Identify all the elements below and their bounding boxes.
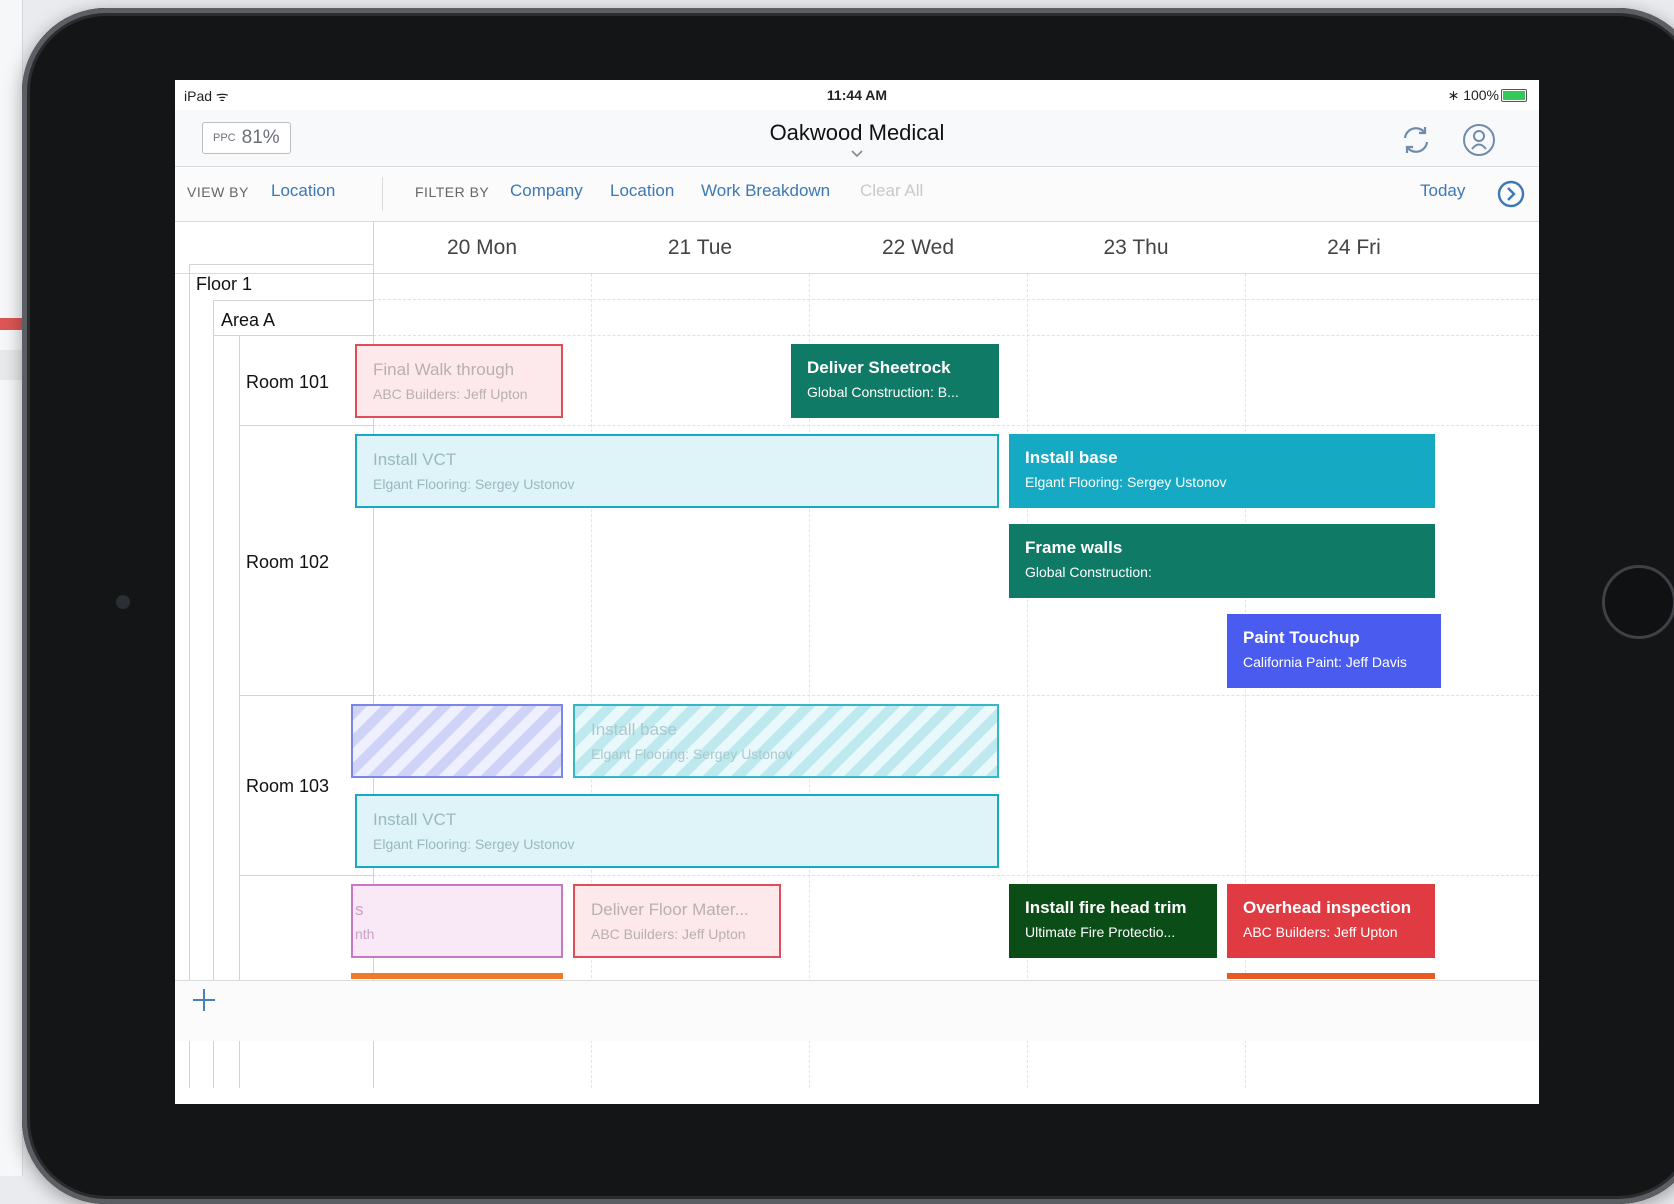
tree-row-line — [213, 335, 373, 336]
task-card[interactable]: Paint Touchup California Paint: Jeff Dav… — [1227, 614, 1441, 688]
grid-row-line — [373, 875, 1539, 876]
task-subtitle: ABC Builders: Jeff Upton — [373, 386, 528, 402]
today-button[interactable]: Today — [1420, 181, 1465, 201]
task-card[interactable]: Deliver Sheetrock Global Construction: B… — [791, 344, 999, 418]
battery-icon — [1501, 89, 1527, 102]
app-screen: iPad ᯤ 11:44 AM ∗ 100% PPC 81% Oakwood M… — [175, 80, 1539, 1104]
status-time: 11:44 AM — [826, 87, 888, 103]
task-card[interactable]: Deliver Floor Mater... ABC Builders: Jef… — [573, 884, 781, 958]
tree-row-line — [239, 695, 373, 696]
task-subtitle: Elgant Flooring: Sergey Ustonov — [373, 476, 575, 492]
task-card[interactable]: Frame walls Global Construction: — [1009, 524, 1435, 598]
day-header: 23 Thu — [1103, 236, 1169, 259]
task-card[interactable]: Install fire head trim Ultimate Fire Pro… — [1009, 884, 1217, 958]
chevron-down-icon[interactable] — [847, 148, 867, 160]
task-title: Install base — [591, 720, 677, 739]
status-bar: iPad ᯤ 11:44 AM ∗ 100% — [175, 80, 1539, 110]
battery-percent: 100% — [1463, 87, 1499, 103]
task-card-partial[interactable] — [351, 973, 563, 979]
task-title: Deliver Sheetrock — [807, 358, 951, 377]
user-icon[interactable] — [1461, 122, 1497, 158]
task-card[interactable]: s nth — [351, 884, 563, 958]
task-card[interactable]: Overhead inspection ABC Builders: Jeff U… — [1227, 884, 1435, 958]
task-title: Paint Touchup — [1243, 628, 1360, 647]
tree-line — [189, 264, 190, 1088]
grid-row-line — [373, 425, 1539, 426]
bluetooth-icon: ∗ — [1447, 87, 1464, 103]
background-accent — [0, 318, 22, 330]
view-by-location[interactable]: Location — [271, 181, 335, 201]
task-subtitle: Elgant Flooring: Sergey Ustonov — [1025, 474, 1227, 490]
task-title: Final Walk through — [373, 360, 515, 379]
plus-icon[interactable] — [189, 985, 219, 1015]
filter-company[interactable]: Company — [510, 181, 583, 201]
task-subtitle: ABC Builders: Jeff Upton — [1243, 924, 1398, 940]
task-title: s — [355, 900, 364, 919]
task-card[interactable]: Install base Elgant Flooring: Sergey Ust… — [573, 704, 999, 778]
task-card[interactable]: Final Walk through ABC Builders: Jeff Up… — [355, 344, 563, 418]
tree-line — [213, 300, 214, 1088]
header-divider — [175, 273, 1539, 274]
filter-bar: VIEW BY Location FILTER BY Company Locat… — [175, 167, 1539, 222]
tree-row-line — [189, 264, 373, 265]
filter-by-label: FILTER BY — [415, 184, 490, 200]
location-room-101[interactable]: Room 101 — [246, 372, 329, 393]
task-subtitle: California Paint: Jeff Davis — [1243, 654, 1407, 670]
clear-all-button[interactable]: Clear All — [860, 181, 923, 201]
day-header: 21 Tue — [667, 236, 733, 259]
tree-line — [239, 336, 240, 1088]
task-subtitle: Ultimate Fire Protectio... — [1025, 924, 1176, 940]
grid-column-line — [1027, 274, 1028, 1088]
task-card[interactable]: Install VCT Elgant Flooring: Sergey Usto… — [355, 434, 999, 508]
day-header: 22 Wed — [882, 236, 954, 259]
filter-location[interactable]: Location — [610, 181, 674, 201]
task-title: Install fire head trim — [1025, 898, 1187, 917]
task-subtitle: Global Construction: B... — [807, 384, 959, 400]
task-title: Install VCT — [373, 450, 457, 469]
location-room-103[interactable]: Room 103 — [246, 776, 329, 797]
background-block — [0, 350, 22, 380]
background-window-strip — [0, 0, 23, 1176]
sync-icon[interactable] — [1398, 122, 1434, 158]
camera — [116, 595, 130, 609]
task-title: Deliver Floor Mater... — [591, 900, 749, 919]
task-card[interactable] — [351, 704, 563, 778]
day-header: 20 Mon — [446, 236, 518, 259]
day-header: 24 Fri — [1327, 236, 1381, 259]
task-title: Install VCT — [373, 810, 457, 829]
tree-row-line — [239, 875, 373, 876]
grid-row-line — [373, 299, 1539, 300]
grid-row-line — [373, 335, 1539, 336]
today-icon[interactable] — [1495, 178, 1527, 210]
tree-row-line — [213, 300, 373, 301]
page-title[interactable]: Oakwood Medical — [175, 120, 1539, 146]
location-floor[interactable]: Floor 1 — [196, 274, 252, 295]
status-right: ∗ 100% — [1448, 87, 1499, 104]
task-subtitle: Elgant Flooring: Sergey Ustonov — [373, 836, 575, 852]
location-room-102[interactable]: Room 102 — [246, 552, 329, 573]
task-subtitle: Elgant Flooring: Sergey Ustonov — [591, 746, 793, 762]
grid-column-line — [591, 274, 592, 1088]
tree-row-line — [239, 425, 373, 426]
task-subtitle: Global Construction: — [1025, 564, 1152, 580]
view-by-label: VIEW BY — [187, 184, 249, 200]
task-title: Install base — [1025, 448, 1118, 467]
grid-row-line — [373, 695, 1539, 696]
task-subtitle: nth — [355, 926, 375, 942]
location-area[interactable]: Area A — [221, 310, 275, 331]
task-card[interactable]: Install VCT Elgant Flooring: Sergey Usto… — [355, 794, 999, 868]
task-title: Frame walls — [1025, 538, 1123, 557]
task-card[interactable]: Install base Elgant Flooring: Sergey Ust… — [1009, 434, 1435, 508]
home-button[interactable] — [1602, 565, 1674, 639]
nav-bar: PPC 81% Oakwood Medical — [175, 110, 1539, 167]
task-subtitle: ABC Builders: Jeff Upton — [591, 926, 746, 942]
task-card-partial[interactable] — [1227, 973, 1435, 979]
filter-work-breakdown[interactable]: Work Breakdown — [701, 181, 830, 201]
task-title: Overhead inspection — [1243, 898, 1412, 917]
filter-divider — [382, 177, 383, 211]
bottom-toolbar — [175, 980, 1539, 1041]
